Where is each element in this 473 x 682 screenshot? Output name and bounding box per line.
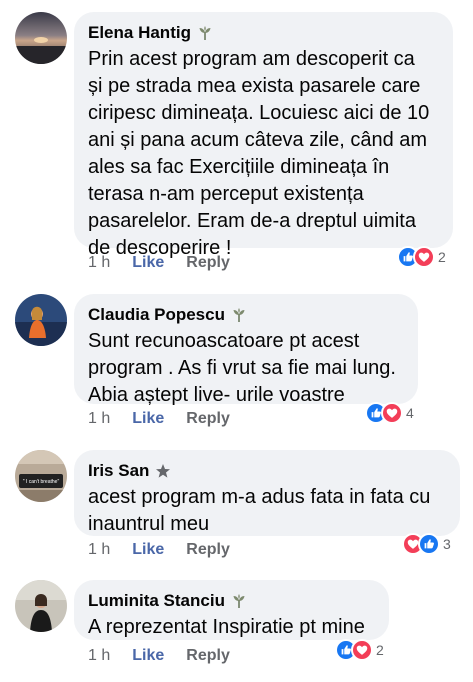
author-name[interactable]: Iris San [88,461,149,481]
love-reaction-icon [351,639,373,661]
beach-avatar-image [15,294,67,346]
comment-bubble: Luminita Stanciu A reprezentat Inspirati… [74,580,389,640]
author-name[interactable]: Luminita Stanciu [88,591,225,611]
reaction-count: 2 [438,249,446,265]
comment-bubble: Iris San acest program m-a adus fata in … [74,450,460,536]
reactions-summary[interactable]: 2 [397,246,446,268]
top-fan-badge-icon [231,307,247,323]
reply-button[interactable]: Reply [186,647,230,665]
reaction-count: 3 [443,536,451,552]
like-button[interactable]: Like [132,647,164,665]
reactions-summary[interactable]: 3 [402,533,451,555]
avatar[interactable]: " I can't breathe" [15,450,67,502]
portrait-avatar-image [15,580,67,632]
love-reaction-icon [413,246,435,268]
comment-bubble: Elena Hantig Prin acest program am desco… [74,12,453,259]
like-button[interactable]: Like [132,410,164,428]
reaction-count: 4 [406,405,414,421]
avatar[interactable] [15,12,67,64]
comment-actions: 1 h Like Reply [88,541,230,559]
comment-text: Prin acest program am descoperit ca și p… [88,48,430,259]
sunset-avatar-image [15,12,67,64]
comment-bubble: Claudia Popescu Sunt recunoascatoare pt … [74,294,418,406]
author-name[interactable]: Claudia Popescu [88,305,225,325]
comment-text: Sunt recunoascatoare pt acest program . … [88,330,396,406]
reply-button[interactable]: Reply [186,254,230,272]
reactions-summary[interactable]: 2 [335,639,384,661]
comment-actions: 1 h Like Reply [88,254,230,272]
like-reaction-icon [418,533,440,555]
timestamp[interactable]: 1 h [88,254,110,272]
comment-text: A reprezentat Inspiratie pt mine [88,616,365,638]
comment-actions: 1 h Like Reply [88,647,230,665]
timestamp[interactable]: 1 h [88,647,110,665]
top-fan-badge-icon [231,593,247,609]
reaction-count: 2 [376,642,384,658]
avatar[interactable] [15,294,67,346]
reply-button[interactable]: Reply [186,541,230,559]
reactions-summary[interactable]: 4 [365,402,414,424]
like-button[interactable]: Like [132,541,164,559]
top-fan-badge-icon [197,25,213,41]
mask-avatar-image: " I can't breathe" [15,450,67,502]
reply-button[interactable]: Reply [186,410,230,428]
timestamp[interactable]: 1 h [88,410,110,428]
comment-text: acest program m-a adus fata in fata cu i… [88,486,431,535]
author-name[interactable]: Elena Hantig [88,23,191,43]
love-reaction-icon [381,402,403,424]
like-button[interactable]: Like [132,254,164,272]
avatar[interactable] [15,580,67,632]
star-badge-icon [155,463,171,479]
comment-actions: 1 h Like Reply [88,410,230,428]
timestamp[interactable]: 1 h [88,541,110,559]
avatar-caption: " I can't breathe" [23,479,60,485]
